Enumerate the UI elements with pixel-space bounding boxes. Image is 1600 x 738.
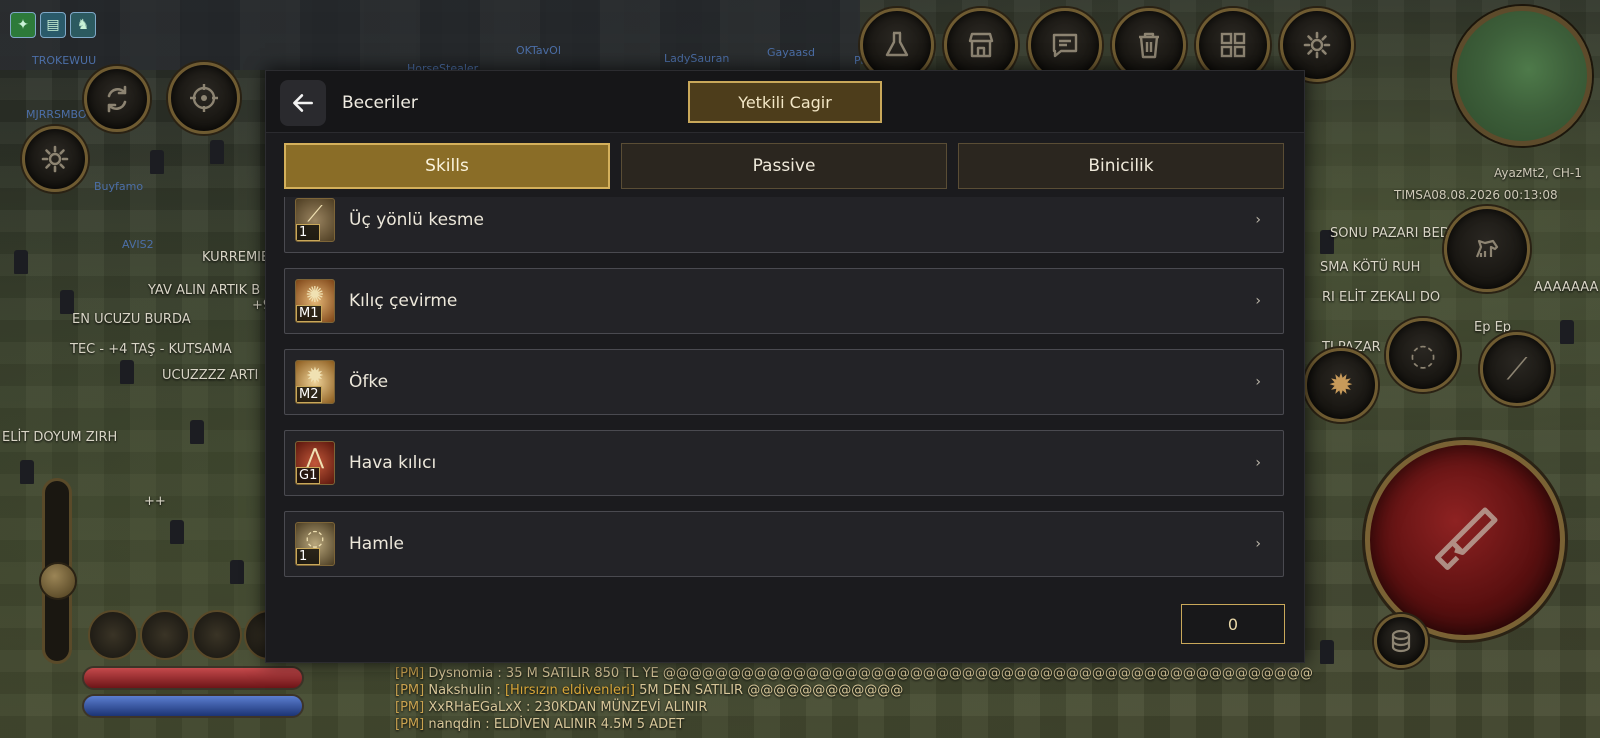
spin-burst-icon: ✺ M1 bbox=[295, 279, 335, 323]
shop-title: SMA KÖTÜ RUH bbox=[1320, 260, 1421, 275]
skill-level-badge: M2 bbox=[296, 386, 322, 403]
target-icon[interactable] bbox=[168, 62, 240, 134]
skills-window-header: Beceriler Yetkili Cagir bbox=[266, 71, 1304, 133]
settings-icon[interactable] bbox=[22, 126, 88, 192]
call-gm-button[interactable]: Yetkili Cagir bbox=[688, 81, 882, 123]
back-button[interactable] bbox=[280, 80, 326, 126]
player-name-tag: MJRRSMBO bbox=[26, 108, 87, 121]
shop-title: TEC - +4 TAŞ - KUTSAMA bbox=[70, 342, 232, 357]
player-name-tag: AVIS2 bbox=[122, 238, 154, 251]
skill-list[interactable]: ⟋ 1 Üç yönlü kesme › ✺ M1 Kılıç çevirme … bbox=[284, 197, 1284, 587]
skill-row[interactable]: ⋀ G1 Hava kılıcı › bbox=[284, 430, 1284, 496]
chevron-right-icon: › bbox=[1255, 293, 1261, 309]
background-wall bbox=[0, 0, 860, 70]
chevron-right-icon: › bbox=[1255, 374, 1261, 390]
skill-points-display: 0 bbox=[1181, 604, 1285, 644]
chat-log: [PM] Dysnomia : 35 M SATILIR 850 TL YE @… bbox=[395, 665, 1313, 733]
sword-icon bbox=[1435, 507, 1498, 570]
player-name-tag: OKTavOl bbox=[516, 44, 561, 57]
skill-row[interactable]: ✺ M1 Kılıç çevirme › bbox=[284, 268, 1284, 334]
hp-bar bbox=[82, 666, 304, 690]
sync-icon[interactable] bbox=[84, 66, 150, 132]
shop-title: UCUZZZZ ARTI bbox=[162, 368, 259, 383]
skill-level-badge: 1 bbox=[296, 224, 320, 241]
chat-line: [PM] nanqdin : ELDİVEN ALINIR 4.5M 5 ADE… bbox=[395, 717, 685, 732]
skill-level-badge: G1 bbox=[296, 467, 321, 484]
shop-buff-icon[interactable]: ▤ bbox=[40, 12, 66, 38]
air-sword-icon: ⋀ G1 bbox=[295, 441, 335, 485]
skill-level-badge: 1 bbox=[296, 548, 320, 565]
quick-slot[interactable] bbox=[140, 610, 190, 660]
chevron-right-icon: › bbox=[1255, 536, 1261, 552]
quick-slot[interactable] bbox=[88, 610, 138, 660]
rage-burst-icon: ✹ M2 bbox=[295, 360, 335, 404]
dragon-buff-icon[interactable]: ✦ bbox=[10, 12, 36, 38]
shop-title: YAV ALIN ARTIK B bbox=[148, 283, 261, 298]
coins-icon[interactable] bbox=[1374, 614, 1428, 668]
skill-name: Kılıç çevirme bbox=[349, 291, 458, 311]
quick-slot[interactable] bbox=[192, 610, 242, 660]
chat-line: [PM] XxRHaEGaLxX : 230KDAN MÜNZEVİ ALINI… bbox=[395, 700, 708, 715]
chat-line: [PM] Dysnomia : 35 M SATILIR 850 TL YE @… bbox=[395, 666, 1313, 681]
player-name-tag: Buyfamo bbox=[94, 180, 144, 193]
horse-icon[interactable] bbox=[1444, 206, 1530, 292]
window-title: Beceriler bbox=[342, 93, 418, 113]
shop-title: EN UCUZU BURDA bbox=[72, 312, 191, 327]
server-clock: TIMSA08.08.2026 00:13:08 bbox=[1394, 188, 1558, 202]
chat-line: [PM] Nakshulin : [Hırsızın eldivenleri] … bbox=[395, 683, 904, 698]
player-name-tag: TROKEWUU bbox=[32, 54, 97, 67]
shop-title: ELİT DOYUM ZIRH bbox=[2, 430, 118, 445]
chevron-right-icon: › bbox=[1255, 455, 1261, 471]
chevron-right-icon: › bbox=[1255, 212, 1261, 228]
shop-title: ++ bbox=[144, 494, 166, 509]
shop-title: KURREMIE bbox=[202, 250, 270, 265]
skills-window: Beceriler Yetkili Cagir Skills Passive B… bbox=[265, 70, 1305, 663]
player-name-tag: Gayaasd bbox=[767, 46, 815, 59]
skill-row[interactable]: ✹ M2 Öfke › bbox=[284, 349, 1284, 415]
server-channel-label: AyazMt2, CH-1 bbox=[1494, 166, 1582, 180]
skill-level-badge: M1 bbox=[296, 305, 322, 322]
player-name-tag: LadySauran bbox=[664, 52, 730, 65]
tab-riding[interactable]: Binicilik bbox=[958, 143, 1284, 189]
horse-buff-icon[interactable]: ♞ bbox=[70, 12, 96, 38]
skill-slot-charge-icon[interactable]: ◌ bbox=[1386, 318, 1460, 392]
minimap[interactable] bbox=[1452, 6, 1592, 146]
skill-name: Hamle bbox=[349, 534, 404, 554]
skill-name: Öfke bbox=[349, 372, 389, 392]
tab-passive[interactable]: Passive bbox=[621, 143, 947, 189]
mp-bar bbox=[82, 694, 304, 718]
skill-tabs: Skills Passive Binicilik bbox=[284, 143, 1284, 189]
skill-slot-burst-icon[interactable]: ✹ bbox=[1304, 348, 1378, 422]
charge-swirl-icon: ◌ 1 bbox=[295, 522, 335, 566]
skill-slot-sword-icon[interactable]: ⟋ bbox=[1480, 332, 1554, 406]
attack-button[interactable] bbox=[1365, 440, 1565, 640]
zoom-slider-handle[interactable] bbox=[39, 562, 77, 600]
sword-slash-icon: ⟋ 1 bbox=[295, 198, 335, 242]
skill-row[interactable]: ◌ 1 Hamle › bbox=[284, 511, 1284, 577]
shop-title: AAAAAAA bbox=[1534, 280, 1599, 295]
skill-name: Hava kılıcı bbox=[349, 453, 437, 473]
skill-name: Üç yönlü kesme bbox=[349, 210, 484, 230]
skill-row[interactable]: ⟋ 1 Üç yönlü kesme › bbox=[284, 197, 1284, 253]
shop-title: RI ELİT ZEKALI DO bbox=[1322, 290, 1441, 305]
arrow-left-icon bbox=[293, 94, 313, 112]
tab-skills[interactable]: Skills bbox=[284, 143, 610, 189]
